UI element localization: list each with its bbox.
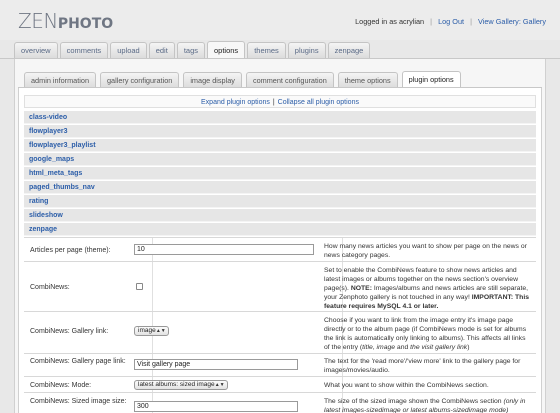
sized-image-label: CombiNews: Sized image size: xyxy=(30,398,127,405)
combinews-checkbox[interactable] xyxy=(136,283,143,290)
combinews-label: CombiNews: xyxy=(30,284,70,291)
option-row-articles-per-page: Articles per page (theme): 10 How many n… xyxy=(24,237,536,261)
sized-image-description: The size of the sized image shown the Co… xyxy=(324,397,530,413)
plugin-row-slideshow[interactable]: slideshow xyxy=(24,209,536,222)
gallery-link-desc-end: ) xyxy=(467,344,470,351)
mode-select[interactable]: latest albums: sized image ▲▼ xyxy=(134,380,228,390)
sized-image-desc-a: The size of the sized image shown the Co… xyxy=(324,398,504,405)
gallery-link-select[interactable]: image ▲▼ xyxy=(134,326,169,336)
plugin-row-flowplayer3[interactable]: flowplayer3 xyxy=(24,125,536,138)
user-bar: Logged in as acrylian | Log Out | View G… xyxy=(355,17,546,26)
select-arrows-icon: ▲▼ xyxy=(214,382,225,388)
articles-per-page-description: How many news articles you want to show … xyxy=(324,243,527,259)
gallery-link-description: Choose if you want to link from the imag… xyxy=(324,316,530,352)
gallery-link-value: image xyxy=(138,327,156,334)
plugin-row-rating[interactable]: rating xyxy=(24,195,536,208)
gallery-page-link-label: CombiNews: Gallery page link: xyxy=(30,358,126,365)
mode-label: CombiNews: Mode: xyxy=(30,382,92,389)
mode-value: latest albums: sized image xyxy=(138,381,215,388)
tab-edit[interactable]: edit xyxy=(148,42,175,58)
option-row-sized-image: CombiNews: Sized image size: 300 The siz… xyxy=(24,392,536,413)
separator: | xyxy=(470,17,472,26)
tab-upload[interactable]: upload xyxy=(110,42,147,58)
gallery-page-link-input[interactable]: Visit gallery page xyxy=(134,359,298,370)
combinews-description: Set to enable the CombiNews feature to s… xyxy=(324,266,530,311)
subtab-gallery-configuration[interactable]: gallery configuration xyxy=(100,72,180,87)
logo-photo: PHOTO xyxy=(57,16,114,32)
articles-per-page-label: Articles per page (theme): xyxy=(30,247,111,254)
subtab-comment-configuration[interactable]: comment configuration xyxy=(245,72,334,87)
gallery-page-link-description: The text for the 'read more'/'view more'… xyxy=(324,358,521,374)
expand-all-link[interactable]: Expand plugin options xyxy=(201,99,270,106)
plugin-row-html-meta-tags[interactable]: html_meta_tags xyxy=(24,167,536,180)
view-gallery-link[interactable]: View Gallery: Gallery xyxy=(478,17,546,26)
sized-image-input[interactable]: 300 xyxy=(134,401,298,412)
subtab-image-display[interactable]: image display xyxy=(183,72,242,87)
zenphoto-logo[interactable]: ZENPHOTO xyxy=(18,10,113,35)
subtab-admin-information[interactable]: admin information xyxy=(24,72,96,87)
main-tabs: overview comments upload edit tags optio… xyxy=(14,41,371,59)
subtab-plugin-options[interactable]: plugin options xyxy=(401,71,461,87)
subtab-theme-options[interactable]: theme options xyxy=(337,72,398,87)
tab-options[interactable]: options xyxy=(207,41,246,58)
tab-themes[interactable]: themes xyxy=(247,42,286,58)
tab-tags[interactable]: tags xyxy=(176,42,205,58)
logged-in-text: Logged in as acrylian xyxy=(355,17,425,26)
plugin-row-google-maps[interactable]: google_maps xyxy=(24,153,536,166)
gallery-link-desc-visit: the visit gallery link xyxy=(410,344,468,351)
plugin-row-class-video[interactable]: class-video xyxy=(24,111,536,124)
option-row-gallery-page-link: CombiNews: Gallery page link: Visit gall… xyxy=(24,353,536,376)
tab-comments[interactable]: comments xyxy=(59,42,109,58)
sub-tabs: admin information gallery configuration … xyxy=(24,71,461,88)
collapse-all-link[interactable]: Collapse all plugin options xyxy=(278,99,359,106)
separator: | xyxy=(430,17,433,26)
tab-overview[interactable]: overview xyxy=(14,42,58,58)
gallery-link-desc-and: and xyxy=(395,344,411,351)
plugin-row-paged-thumbs-nav[interactable]: paged_thumbs_nav xyxy=(24,181,536,194)
mode-description: What you want to show within the CombiNe… xyxy=(324,382,489,389)
header: ZENPHOTO Logged in as acrylian | Log Out… xyxy=(0,0,560,40)
option-row-mode: CombiNews: Mode: latest albums: sized im… xyxy=(24,376,536,392)
tab-plugins[interactable]: plugins xyxy=(287,42,326,58)
gallery-link-label: CombiNews: Gallery link: xyxy=(30,328,109,335)
select-arrows-icon: ▲▼ xyxy=(155,328,166,334)
articles-per-page-input[interactable]: 10 xyxy=(134,244,314,255)
gallery-link-desc-title: title xyxy=(362,344,373,351)
option-row-combinews: CombiNews: Set to enable the CombiNews f… xyxy=(24,261,536,311)
logout-link[interactable]: Log Out xyxy=(438,17,464,26)
gallery-link-desc-image: image xyxy=(376,344,396,351)
tab-zenpage[interactable]: zenpage xyxy=(327,42,371,58)
logo-zen: ZEN xyxy=(18,9,58,33)
plugin-row-flowplayer3-playlist[interactable]: flowplayer3_playlist xyxy=(24,139,536,152)
column-divider xyxy=(152,262,153,311)
option-row-gallery-link: CombiNews: Gallery link: image ▲▼ Choose … xyxy=(24,311,536,353)
plugin-row-zenpage[interactable]: zenpage xyxy=(24,223,536,236)
separator: | xyxy=(272,99,275,106)
expand-collapse-bar: Expand plugin options | Collapse all plu… xyxy=(24,95,536,108)
combinews-desc-note: NOTE: xyxy=(350,285,372,292)
